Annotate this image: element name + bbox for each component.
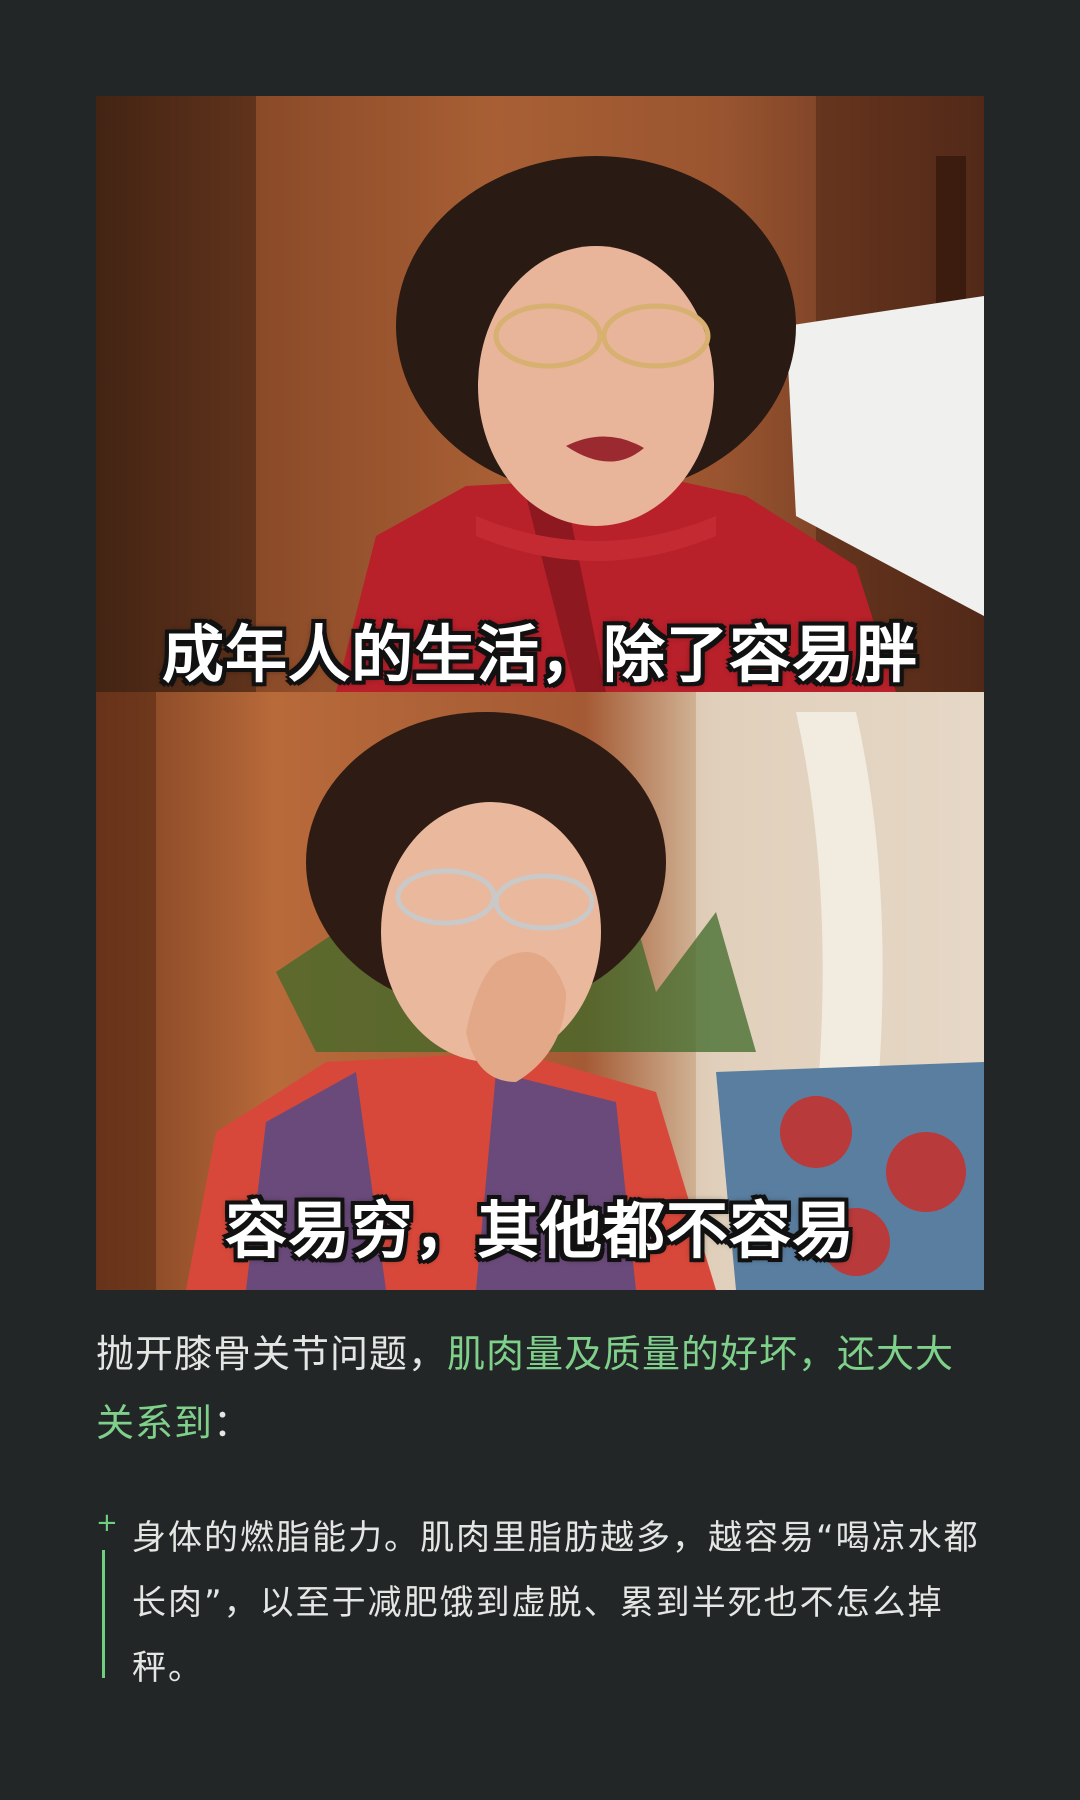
intro-paragraph: 抛开膝骨关节问题，肌肉量及质量的好坏，还大大关系到：	[96, 1320, 984, 1458]
woman-talking-illustration	[96, 96, 984, 692]
meme-caption-bottom: 容易穷，其他都不容易	[224, 1194, 855, 1267]
intro-text-plain: 抛开膝骨关节问题，	[96, 1332, 448, 1376]
bullet-accent-line	[102, 1550, 105, 1678]
meme-image: 成年人的生活，除了容易胖 容易穷，其他都不容易	[96, 96, 984, 1290]
bullet-item: + 身体的燃脂能力。肌肉里脂肪越多，越容易“喝凉水都长肉”，以至于减肥饿到虚脱、…	[96, 1506, 984, 1706]
intro-text-end: ：	[213, 1401, 253, 1445]
meme-caption-top: 成年人的生活，除了容易胖	[161, 618, 918, 691]
plus-icon: +	[96, 1508, 118, 1538]
meme-panel-top: 成年人的生活，除了容易胖	[96, 96, 984, 692]
meme-panel-bottom: 容易穷，其他都不容易	[96, 692, 984, 1290]
bullet-text: 身体的燃脂能力。肌肉里脂肪越多，越容易“喝凉水都长肉”，以至于减肥饿到虚脱、累到…	[132, 1518, 980, 1688]
